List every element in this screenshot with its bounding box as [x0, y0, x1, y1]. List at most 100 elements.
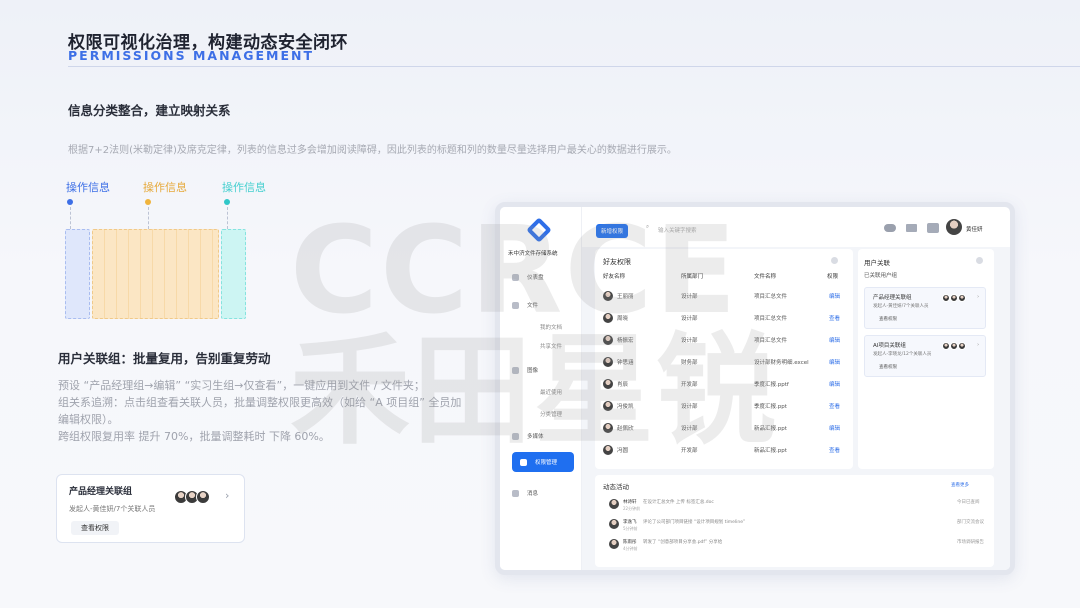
dept: 设计部	[681, 426, 698, 432]
activity-text: 在设计汇总文件 上传 标签汇总.doc	[643, 500, 714, 505]
activity-text: 转发了 “创意部项目分享会.pdf” 分享给	[643, 540, 723, 545]
mail-icon[interactable]	[906, 224, 917, 232]
permission-icon	[520, 458, 527, 466]
marker-dot-teal	[224, 199, 230, 205]
dept: 开发部	[681, 448, 698, 454]
dept: 设计部	[681, 338, 698, 344]
dept: 设计部	[681, 294, 698, 300]
avatar	[196, 490, 210, 504]
view-permission-button[interactable]: 查看权限	[879, 316, 897, 322]
dashboard-icon	[512, 273, 519, 281]
section1-title: 信息分类整合，建立映射关系	[68, 103, 231, 118]
table-row[interactable]: 杨振宏 设计部 项目汇总文件 编辑	[595, 329, 853, 351]
file-name: 项目汇总文件	[754, 316, 788, 322]
avatar	[609, 519, 619, 529]
group-card[interactable]: 产品经理关联组 发起人-黄佳妍/7个关联人员 查看权限 ›	[864, 287, 986, 329]
section2-line: 编辑权限）。	[58, 413, 119, 426]
permission-link[interactable]: 查看	[829, 314, 840, 322]
chevron-right-icon[interactable]: ›	[225, 489, 229, 502]
close-icon[interactable]	[976, 257, 983, 264]
friend-name: 肖辰	[617, 382, 629, 388]
permission-link[interactable]: 编辑	[829, 292, 840, 300]
close-icon[interactable]	[831, 257, 838, 264]
group-name: 产品经理关联组	[873, 295, 912, 301]
permission-link[interactable]: 编辑	[829, 358, 840, 366]
section2-line: 组关系追溯：点击组查看关联人员，批量调整权限更高效（如给 “A 项目组” 全员加	[58, 396, 462, 409]
sidebar-item-permissions[interactable]: 权限管理	[512, 452, 574, 472]
avatar	[603, 423, 613, 433]
permission-link[interactable]: 查看	[829, 402, 840, 410]
chevron-right-icon[interactable]: ›	[977, 294, 979, 300]
avatar	[603, 379, 613, 389]
group-card-info: 发起人-黄佳妍/7个关联人员	[69, 505, 156, 513]
table-row[interactable]: 肖辰 开发部 季度汇报.pptf 编辑	[595, 373, 853, 395]
file-name: 项目汇总文件	[754, 338, 788, 344]
table-row[interactable]: 冯俊凯 设计部 季度汇报.ppt 查看	[595, 395, 853, 417]
file-name: 项目汇总文件	[754, 294, 788, 300]
search-input[interactable]: 输入关键字搜索	[658, 226, 697, 234]
permission-link[interactable]: 编辑	[829, 380, 840, 388]
sidebar-item-images[interactable]: 图像	[512, 362, 574, 378]
chevron-right-icon[interactable]: ›	[977, 342, 979, 348]
table-row[interactable]: 周晓 设计部 项目汇总文件 查看	[595, 307, 853, 329]
column-block-blue	[65, 229, 90, 319]
sidebar-item-files[interactable]: 文件	[512, 297, 574, 313]
friend-name: 周晓	[617, 316, 629, 322]
sidebar-item-messages[interactable]: 消息	[512, 485, 574, 501]
cloud-icon[interactable]	[884, 224, 896, 232]
activity-text: 评论了公司部门项目链接 “设计项目规划 timeline”	[643, 520, 746, 525]
op-label-orange: 操作信息	[143, 181, 187, 194]
activity-time: 5分钟前	[623, 526, 638, 531]
user-relation-panel: 用户关联 已关联用户组 产品经理关联组 发起人-黄佳妍/7个关联人员 查看权限 …	[858, 249, 994, 469]
table-row[interactable]: 王丽丽 设计部 项目汇总文件 编辑	[595, 285, 853, 307]
avatar	[603, 335, 613, 345]
permission-link[interactable]: 编辑	[829, 424, 840, 432]
avatar	[603, 401, 613, 411]
dept: 财务部	[681, 360, 698, 366]
file-name: 新品汇报.ppt	[754, 448, 787, 454]
new-permission-button[interactable]: 新增权限	[596, 224, 629, 238]
folder-icon	[512, 301, 519, 309]
group-info: 发起人-李晓龙/12个关联人员	[873, 352, 932, 357]
friend-name: 赵佩欣	[617, 426, 634, 432]
avatar	[603, 357, 613, 367]
image-icon	[512, 366, 519, 374]
activity-time: 22分钟前	[623, 506, 641, 511]
table-header: 好友名称 所属部门 文件名称 权限	[603, 274, 839, 280]
column-block-orange	[92, 229, 219, 319]
friend-name: 王丽丽	[617, 294, 634, 300]
group-info: 发起人-黄佳妍/7个关联人员	[873, 304, 929, 309]
table-row[interactable]: 冯圆 开发部 新品汇报.ppt 查看	[595, 439, 853, 461]
friends-permission-panel: 好友权限 好友名称 所属部门 文件名称 权限 王丽丽 设计部 项目汇总文件 编辑 周晓设…	[595, 249, 853, 469]
permission-link[interactable]: 编辑	[829, 336, 840, 344]
file-name: 季度汇报.pptf	[754, 382, 789, 388]
activity-time: 4分钟前	[623, 546, 638, 551]
dept: 设计部	[681, 316, 698, 322]
table-row[interactable]: 钟思涵 财务部 设计部财务明细.excel 编辑	[595, 351, 853, 373]
view-more-link[interactable]: 查看更多	[951, 482, 969, 488]
op-label-blue: 操作信息	[66, 181, 110, 194]
column-block-teal	[221, 229, 246, 319]
user-avatar[interactable]	[946, 219, 962, 235]
activity-user: 林诗轩	[623, 500, 637, 505]
avatar-group	[942, 294, 966, 304]
op-label-teal: 操作信息	[222, 181, 266, 194]
sidebar-item-media[interactable]: 多媒体	[512, 428, 574, 444]
friend-name: 杨振宏	[617, 338, 634, 344]
section2-title: 用户关联组：批量复用，告别重复劳动	[58, 351, 271, 366]
group-card[interactable]: AI项目关联组 发起人-李晓龙/12个关联人员 查看权限 ›	[864, 335, 986, 377]
table-row[interactable]: 赵佩欣 设计部 新品汇报.ppt 编辑	[595, 417, 853, 439]
view-permission-button[interactable]: 查看权限	[879, 364, 897, 370]
tool-icon[interactable]	[927, 223, 939, 233]
dept: 设计部	[681, 404, 698, 410]
view-permission-button[interactable]: 查看权限	[71, 521, 119, 535]
sidebar: 禾中济文件存储系统 仪表盘 文件 我的文档 共享文件 图像 最近使用 分类管理 …	[500, 207, 582, 570]
permission-link[interactable]: 查看	[829, 446, 840, 454]
search-icon[interactable]: ⌕	[646, 224, 649, 231]
group-card[interactable]: 产品经理关联组 发起人-黄佳妍/7个关联人员 › 查看权限	[56, 474, 245, 543]
activity-tag: 今日已查阅	[957, 500, 980, 505]
user-name[interactable]: 黄佳妍	[966, 225, 983, 233]
section2-line: 预设 “产品经理组→编辑” “实习生组→仅查看”，一键应用到文件 / 文件夹；	[58, 379, 425, 392]
sidebar-item-dashboard[interactable]: 仪表盘	[512, 269, 574, 285]
avatar-group	[174, 489, 210, 508]
